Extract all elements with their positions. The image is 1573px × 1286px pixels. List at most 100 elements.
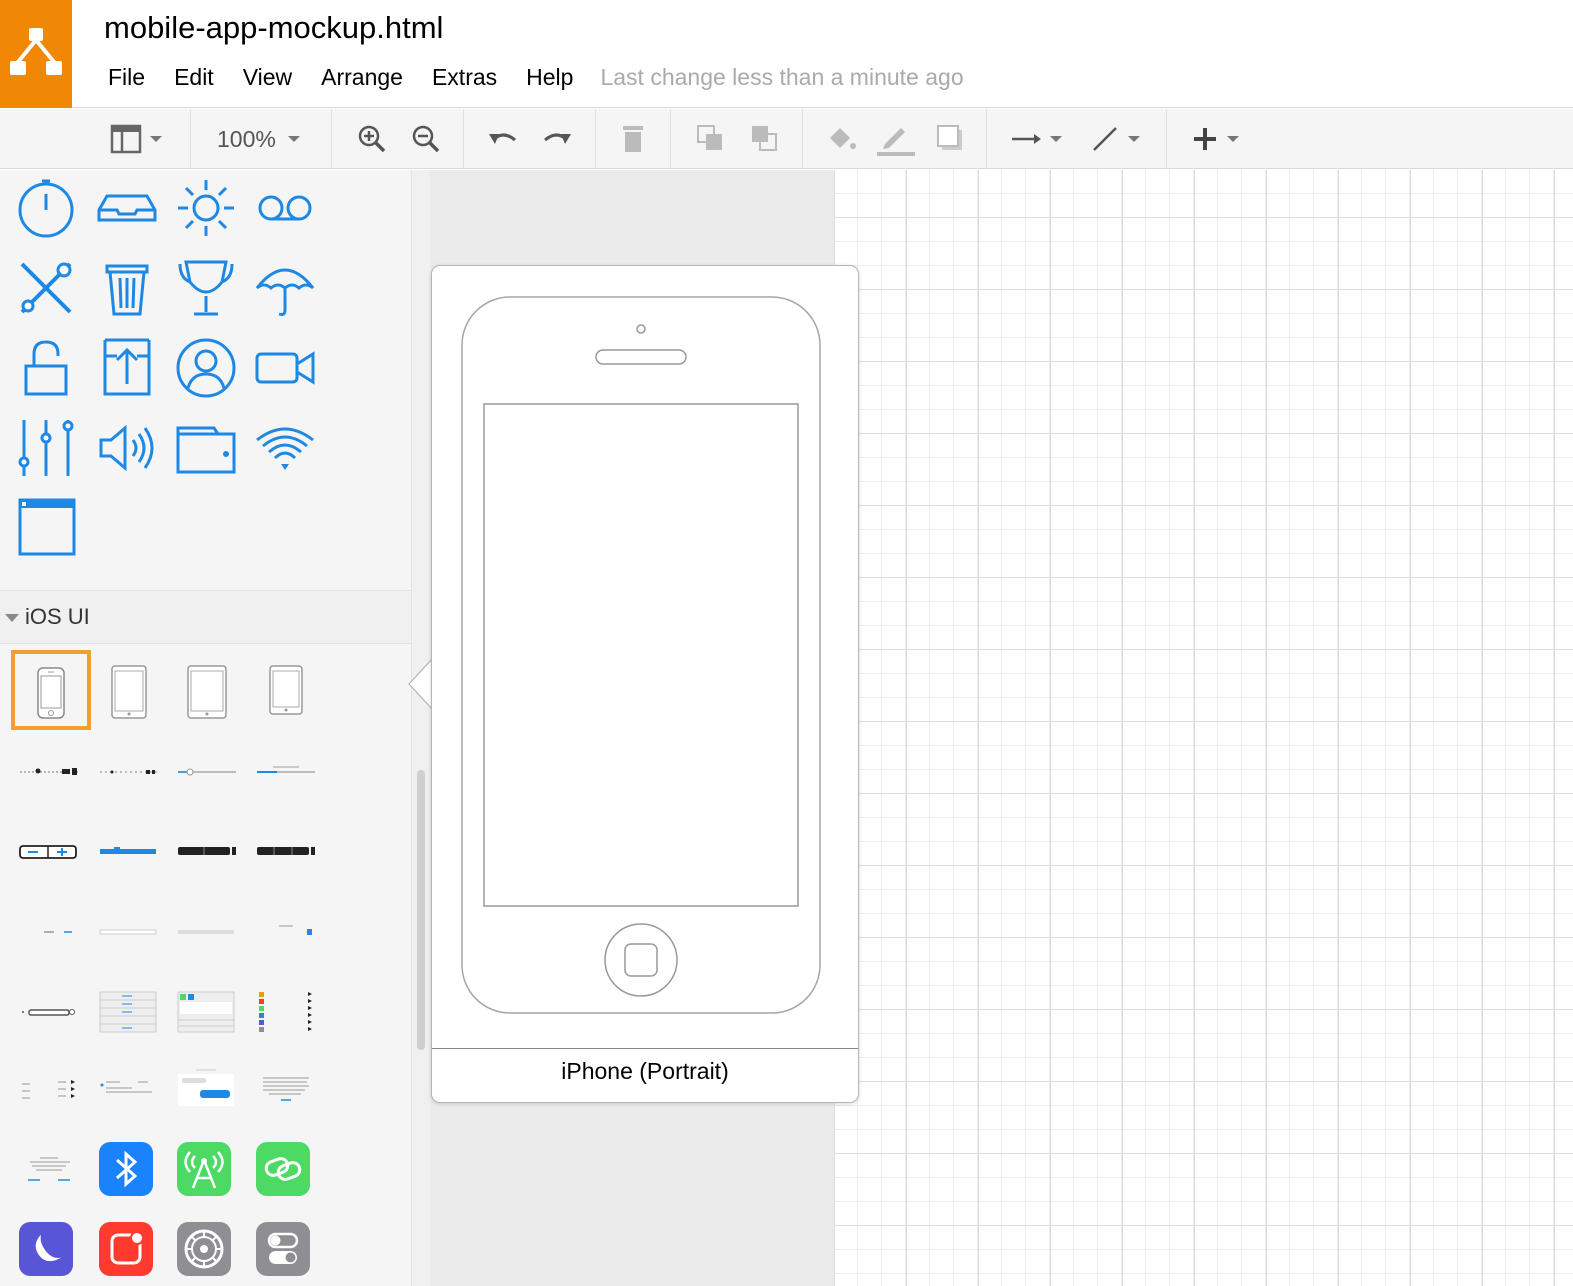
thumb-notification[interactable] — [92, 1054, 166, 1128]
thumb-alert-dialog[interactable] — [12, 1134, 86, 1208]
video-icon[interactable] — [253, 336, 317, 400]
iphone-portrait-preview — [461, 296, 821, 1014]
wifi-icon[interactable] — [253, 416, 317, 480]
menu-arrange[interactable]: Arrange — [321, 64, 403, 91]
insert-plus-icon — [1194, 128, 1216, 150]
window-icon[interactable] — [14, 496, 78, 560]
thumb-slider-controls[interactable] — [12, 734, 86, 808]
thumb-stepper[interactable] — [12, 814, 86, 888]
fill-color-icon — [830, 128, 856, 149]
unlock-icon[interactable] — [14, 336, 78, 400]
thumb-app-screen[interactable] — [170, 974, 244, 1048]
thumb-table-view[interactable] — [92, 974, 166, 1048]
thumb-segmented-control[interactable] — [92, 814, 166, 888]
canvas-grid — [834, 170, 1573, 1286]
thumb-slider-thumb[interactable] — [170, 734, 244, 808]
tools-icon[interactable] — [14, 256, 78, 320]
menu-view[interactable]: View — [243, 64, 292, 91]
connection-icon — [1012, 134, 1041, 144]
delete-icon — [623, 126, 643, 152]
format-panel-button[interactable] — [110, 121, 162, 157]
format-panel-icon — [110, 124, 142, 154]
link-icon[interactable] — [256, 1142, 310, 1196]
zoom-value: 100% — [217, 125, 276, 152]
toolbar: 100% — [0, 109, 1573, 169]
thumb-colored-list[interactable] — [249, 974, 323, 1048]
toggles-icon[interactable] — [256, 1222, 310, 1276]
section-ios-ui[interactable]: iOS UI — [0, 590, 411, 644]
thumb-text-field[interactable] — [92, 894, 166, 968]
sliders-icon[interactable] — [14, 416, 78, 480]
line-color-button[interactable] — [877, 121, 915, 157]
wallet-icon[interactable] — [174, 416, 238, 480]
moon-icon[interactable] — [19, 1222, 73, 1276]
thumb-message-bubble[interactable] — [170, 1054, 244, 1128]
connection-button[interactable] — [1010, 121, 1062, 157]
volume-icon[interactable] — [95, 416, 159, 480]
upload-icon[interactable] — [95, 336, 159, 400]
sidebar-scrollbar-thumb[interactable] — [417, 770, 425, 1050]
thumb-toggle-bar[interactable] — [12, 974, 86, 1048]
zoom-dropdown[interactable]: 100% — [217, 121, 300, 157]
section-label: iOS UI — [25, 604, 90, 629]
thumb-progress-bar[interactable] — [249, 734, 323, 808]
undo-icon — [489, 133, 516, 144]
shapes-sidebar: iOS UI — [0, 170, 412, 1286]
document-title[interactable]: mobile-app-mockup.html — [104, 10, 443, 46]
stopwatch-icon[interactable] — [14, 176, 78, 240]
thumb-iphone-portrait[interactable] — [11, 650, 91, 730]
sidebar-scrollbar[interactable] — [412, 170, 430, 1286]
notification-icon[interactable] — [99, 1222, 153, 1276]
tooltip-arrow — [408, 658, 433, 710]
thumb-search-bar[interactable] — [170, 894, 244, 968]
thumb-ipad-landscape[interactable] — [249, 654, 323, 728]
last-change-status[interactable]: Last change less than a minute ago — [600, 64, 963, 91]
shadow-icon — [937, 125, 962, 150]
umbrella-icon[interactable] — [253, 256, 317, 320]
insert-button[interactable] — [1191, 121, 1239, 157]
trash-icon[interactable] — [95, 256, 159, 320]
menu-file[interactable]: File — [108, 64, 145, 91]
trophy-icon[interactable] — [174, 256, 238, 320]
sun-icon[interactable] — [174, 176, 238, 240]
to-back-icon — [752, 126, 777, 151]
voicemail-icon[interactable] — [253, 176, 317, 240]
zoom-out-icon — [412, 125, 440, 153]
undo-button[interactable] — [487, 121, 519, 157]
menu-edit[interactable]: Edit — [174, 64, 214, 91]
bluetooth-icon[interactable] — [99, 1142, 153, 1196]
redo-icon — [544, 133, 571, 144]
thumb-ipad-mini[interactable] — [92, 654, 166, 728]
thumb-action-bar-dark[interactable] — [170, 814, 244, 888]
chevron-down-icon — [5, 614, 19, 622]
thumb-labels[interactable] — [12, 894, 86, 968]
cellular-icon[interactable] — [177, 1142, 231, 1196]
thumb-label-list[interactable] — [12, 1054, 86, 1128]
user-icon[interactable] — [174, 336, 238, 400]
fill-color-button[interactable] — [826, 121, 858, 157]
menubar: File Edit View Arrange Extras Help Last … — [108, 62, 964, 92]
thumb-dialog-text[interactable] — [249, 1054, 323, 1128]
zoom-out-button[interactable] — [411, 121, 441, 157]
shadow-button[interactable] — [936, 121, 966, 157]
redo-button[interactable] — [541, 121, 573, 157]
settings-icon[interactable] — [177, 1222, 231, 1276]
line-color-icon — [877, 128, 915, 156]
drawio-logo-icon[interactable] — [0, 0, 72, 108]
zoom-in-icon — [358, 125, 386, 153]
thumb-slider-small[interactable] — [92, 734, 166, 808]
waypoints-button[interactable] — [1090, 121, 1140, 157]
zoom-in-button[interactable] — [357, 121, 387, 157]
thumb-action-bar-paste[interactable] — [249, 814, 323, 888]
to-front-icon — [697, 125, 722, 150]
menu-help[interactable]: Help — [526, 64, 573, 91]
menu-extras[interactable]: Extras — [432, 64, 497, 91]
inbox-icon[interactable] — [95, 176, 159, 240]
shape-preview-tooltip: iPhone (Portrait) — [431, 265, 859, 1103]
thumb-button-blue[interactable] — [249, 894, 323, 968]
to-back-button[interactable] — [750, 121, 780, 157]
tooltip-shape-label: iPhone (Portrait) — [561, 1058, 729, 1084]
delete-button[interactable] — [620, 121, 646, 157]
thumb-ipad[interactable] — [170, 654, 244, 728]
to-front-button[interactable] — [696, 121, 726, 157]
